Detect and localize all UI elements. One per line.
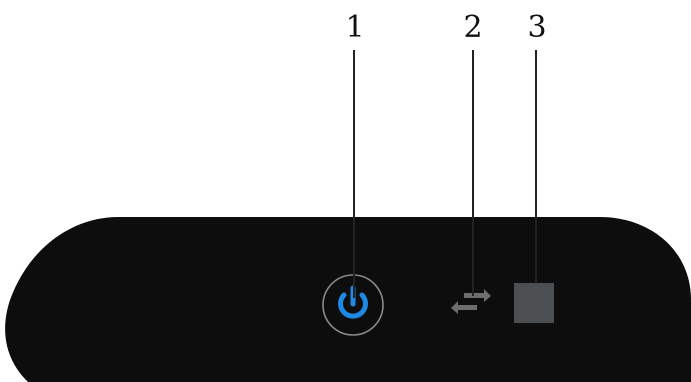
device-front-panel [5, 217, 691, 382]
square-indicator [514, 283, 554, 323]
leader-line-1 [353, 50, 355, 298]
callout-number-1: 1 [345, 10, 365, 45]
callout-number-3: 3 [527, 10, 547, 45]
leader-line-2 [472, 50, 474, 296]
leader-line-3 [535, 50, 537, 282]
callout-number-2: 2 [463, 10, 483, 45]
device-diagram: 1 2 3 [0, 0, 691, 382]
